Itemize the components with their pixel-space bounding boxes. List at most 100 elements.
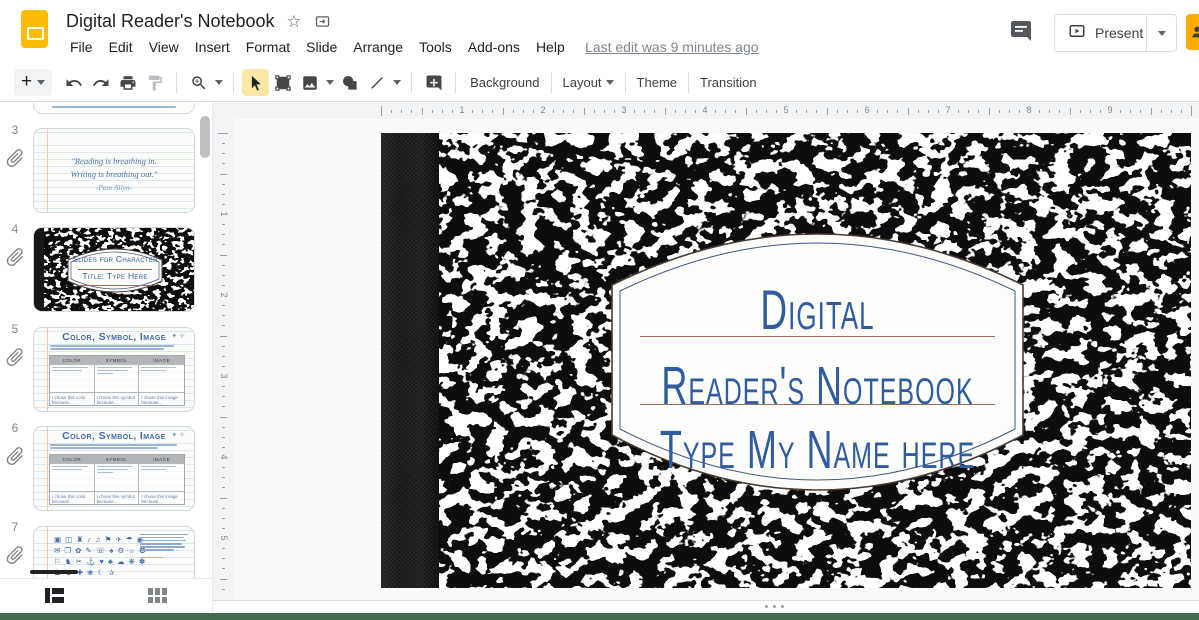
filmstrip-horizontal-scrollbar[interactable]	[30, 570, 78, 574]
ruler-number: 9	[1104, 105, 1116, 115]
plus-icon: +	[21, 72, 32, 91]
star-icon[interactable]: ☆	[287, 13, 302, 30]
menu-item[interactable]: Add-ons	[460, 37, 528, 57]
drag-handle-icon	[765, 605, 784, 608]
ruler-tick	[222, 224, 225, 225]
table-footer-cell: I chose this image because...	[139, 492, 184, 504]
line-dropdown-caret[interactable]	[390, 76, 403, 89]
ruler-tick	[222, 275, 225, 276]
present-dropdown[interactable]	[1146, 15, 1176, 51]
zoom-button[interactable]	[185, 69, 212, 96]
ruler-tick	[654, 110, 655, 113]
ruler-tick	[1090, 110, 1091, 113]
ruler-tick	[908, 108, 909, 115]
ruler-tick	[675, 110, 676, 113]
paperclip-icon	[4, 147, 26, 169]
document-title[interactable]: Digital Reader's Notebook	[66, 11, 275, 32]
undo-button[interactable]	[60, 69, 87, 96]
menu-item[interactable]: Slide	[298, 37, 345, 57]
redo-button[interactable]	[87, 69, 114, 96]
ruler-tick	[1140, 110, 1141, 113]
ruler-tick	[503, 108, 504, 115]
ruler-tick	[887, 110, 888, 113]
notebook-label[interactable]: Digital Reader's Notebook Type My Name h…	[598, 225, 1037, 495]
insert-comment-button[interactable]	[420, 69, 447, 96]
ruler-number: 1	[456, 105, 468, 115]
ruler-tick	[1019, 110, 1020, 113]
slide-thumbnail-4[interactable]: Slides for Character Title: Type Here	[33, 227, 195, 312]
slide-thumbnail-5[interactable]: Color, Symbol, Image ✦ ✧ Color Symbol Im…	[33, 327, 195, 412]
present-button[interactable]: Present	[1054, 14, 1177, 52]
menu-item[interactable]: File	[62, 37, 101, 57]
slide-thumbnail-3[interactable]: "Reading is breathing in. Writing is bre…	[33, 128, 195, 213]
ruler-tick	[695, 110, 696, 113]
background-button[interactable]: Background	[464, 71, 545, 94]
ruler-tick	[220, 255, 227, 256]
ruler-tick	[222, 194, 225, 195]
label-rule	[640, 404, 995, 405]
ruler-tick	[222, 386, 225, 387]
slide-thumbnail-2-partial[interactable]	[33, 103, 195, 114]
ruler-tick	[220, 579, 227, 580]
insert-image-button[interactable]	[296, 69, 323, 96]
ruler-tick	[1171, 110, 1172, 113]
ruler-tick	[222, 447, 225, 448]
share-button[interactable]	[1186, 14, 1199, 50]
slides-logo-icon[interactable]	[21, 10, 48, 48]
table-footer-cell: I chose this symbol because...	[95, 492, 140, 504]
symbol-row: ▣ ◫ ♜ ♪ ♫ ⚑ ✈ ☂ ◉	[54, 534, 142, 545]
paperclip-icon	[4, 445, 26, 467]
menu-item[interactable]: View	[141, 37, 187, 57]
transition-button[interactable]: Transition	[694, 71, 763, 94]
ruler-tick	[222, 467, 225, 468]
theme-button[interactable]: Theme	[631, 71, 683, 94]
ruler-tick	[847, 110, 848, 113]
ruler-tick	[857, 110, 858, 113]
select-tool-button[interactable]	[242, 69, 269, 96]
menu-bar: FileEditViewInsertFormatSlideArrangeTool…	[62, 35, 573, 59]
grid-view-button[interactable]	[148, 588, 167, 603]
table-footer-cell: I chose this color because...	[50, 393, 95, 405]
slide-thumbnail-6[interactable]: Color, Symbol, Image ✦ ✧ Color Symbol Im…	[33, 426, 195, 511]
ruler-tick	[1100, 110, 1101, 113]
speaker-notes-divider[interactable]	[213, 600, 1199, 613]
menu-item[interactable]: Edit	[101, 37, 141, 57]
current-slide[interactable]: Digital Reader's Notebook Type My Name h…	[381, 133, 1191, 588]
new-slide-button[interactable]: +	[14, 69, 52, 96]
ruler-tick	[614, 110, 615, 113]
filmstrip-view-button[interactable]	[45, 588, 64, 603]
print-button[interactable]	[114, 69, 141, 96]
ruler-tick	[220, 417, 227, 418]
move-to-folder-icon[interactable]	[314, 13, 331, 30]
ruler-tick	[796, 110, 797, 113]
ruler-tick	[533, 110, 534, 113]
zoom-dropdown-caret[interactable]	[212, 76, 225, 89]
shape-tool-button[interactable]	[336, 69, 363, 96]
ruler-tick	[222, 568, 225, 569]
table-footer-cell: I chose this symbol because...	[95, 393, 140, 405]
layout-label: Layout	[563, 75, 602, 90]
menu-item[interactable]: Format	[238, 37, 298, 57]
last-edit-link[interactable]: Last edit was 9 minutes ago	[585, 39, 759, 55]
image-dropdown-caret[interactable]	[323, 76, 336, 89]
line-tool-button[interactable]	[363, 69, 390, 96]
ruler-tick	[877, 110, 878, 113]
ruler-tick	[222, 548, 225, 549]
text-box-button[interactable]	[269, 69, 296, 96]
filmstrip-vertical-scrollbar[interactable]	[200, 116, 210, 158]
ruler-tick	[989, 108, 990, 115]
ruler-tick	[573, 110, 574, 113]
symbol-row: ✉ ❐ ✿ ✎ ☏ ♠ ⚙ ☼ ✪	[54, 545, 142, 556]
menu-item[interactable]: Tools	[411, 37, 460, 57]
menu-item[interactable]: Insert	[187, 37, 238, 57]
menu-item[interactable]: Help	[528, 37, 573, 57]
comments-button[interactable]	[1009, 19, 1039, 45]
new-slide-dropdown-caret[interactable]	[37, 80, 45, 89]
layout-button[interactable]: Layout	[557, 71, 620, 94]
menu-item[interactable]: Arrange	[345, 37, 411, 57]
paint-format-button[interactable]	[141, 69, 168, 96]
table-header: Image	[139, 455, 184, 464]
ruler-tick	[837, 110, 838, 113]
ruler-tick	[1080, 110, 1081, 113]
notebook-label: Slides for Character Title: Type Here	[65, 247, 165, 294]
